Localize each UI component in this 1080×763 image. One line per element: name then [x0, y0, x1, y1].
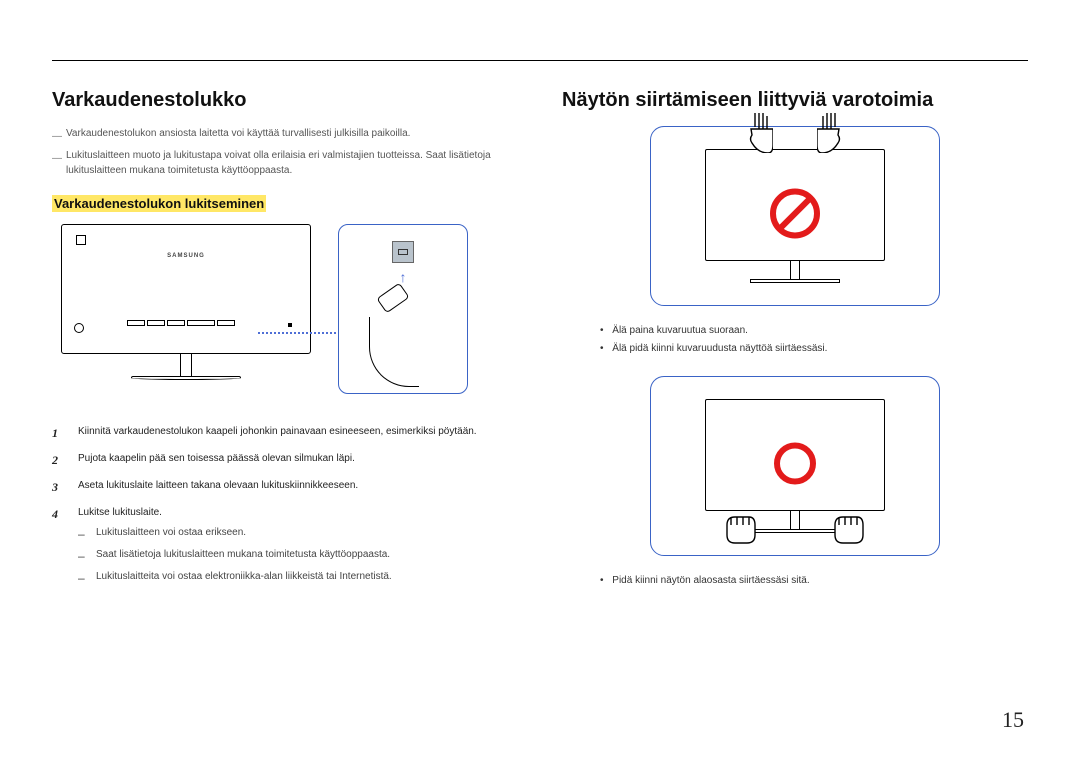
- dash-icon: [52, 126, 66, 142]
- step-text: Pujota kaapelin pää sen toisessa päässä …: [78, 451, 355, 470]
- left-heading: Varkaudenestolukko: [52, 89, 518, 112]
- bar-icon: [78, 547, 88, 565]
- bullet: Älä pidä kiinni kuvaruudusta näyttöä sii…: [600, 340, 1028, 358]
- step-number: 1: [52, 424, 66, 443]
- step-text: Kiinnitä varkaudenestolukon kaapeli joho…: [78, 424, 477, 443]
- bar-icon: [78, 525, 88, 543]
- bullet: Pidä kiinni näytön alaosasta siirtäessäs…: [600, 572, 1028, 590]
- right-column: Näytön siirtämiseen liittyviä varotoimia: [562, 89, 1028, 608]
- intro-note-2: Lukituslaitteen muoto ja lukitustapa voi…: [52, 148, 518, 179]
- top-rule: [52, 60, 1028, 61]
- step-3: 3 Aseta lukituslaite laitteen takana ole…: [52, 478, 518, 497]
- step-text-block: Lukitse lukituslaite. Lukituslaitteen vo…: [78, 505, 392, 591]
- do-bullets: Pidä kiinni näytön alaosasta siirtäessäs…: [600, 572, 1028, 590]
- dont-bullets: Älä paina kuvaruutua suoraan. Älä pidä k…: [600, 322, 1028, 358]
- hand-top-left-icon: [747, 113, 773, 153]
- dash-icon: [52, 148, 66, 179]
- step-1: 1 Kiinnitä varkaudenestolukon kaapeli jo…: [52, 424, 518, 443]
- up-arrow-icon: ↑: [400, 269, 407, 285]
- hand-top-right-icon: [817, 113, 843, 153]
- intro-note-1: Varkaudenestolukon ansiosta laitetta voi…: [52, 126, 518, 142]
- step-text: Lukitse lukituslaite.: [78, 507, 162, 518]
- page-number: 15: [1002, 707, 1024, 733]
- right-heading: Näytön siirtämiseen liittyviä varotoimia: [562, 89, 1028, 112]
- step-4-sublist: Lukituslaitteen voi ostaa erikseen. Saat…: [78, 525, 392, 587]
- stand-base: [131, 376, 241, 380]
- steps-list: 1 Kiinnitä varkaudenestolukon kaapeli jo…: [52, 424, 518, 592]
- monitor-rear-diagram: SAMSUNG: [52, 224, 320, 404]
- bar-icon: [78, 569, 88, 587]
- stand-neck: [180, 353, 192, 377]
- lock-closeup-diagram: ↑: [338, 224, 468, 394]
- step-text: Aseta lukituslaite laitteen takana oleva…: [78, 478, 358, 497]
- step-4: 4 Lukitse lukituslaite. Lukituslaitteen …: [52, 505, 518, 591]
- intro-text-2: Lukituslaitteen muoto ja lukitustapa voi…: [66, 148, 518, 179]
- intro-text-1: Varkaudenestolukon ansiosta laitetta voi…: [66, 126, 410, 142]
- sub-item: Lukituslaitteen voi ostaa erikseen.: [78, 525, 392, 543]
- sub-item: Lukituslaitteita voi ostaa elektroniikka…: [78, 569, 392, 587]
- step-number: 4: [52, 505, 66, 591]
- two-column-layout: Varkaudenestolukko Varkaudenestolukon an…: [52, 89, 1028, 608]
- bullet: Älä paina kuvaruutua suoraan.: [600, 322, 1028, 340]
- lock-slot-icon: [392, 241, 414, 263]
- caution-do-diagram: [650, 376, 940, 556]
- lock-device-icon: [379, 289, 407, 307]
- hand-bottom-right-icon: [833, 515, 865, 545]
- lock-diagram-row: SAMSUNG ↑: [52, 224, 518, 404]
- lock-point-icon: [288, 323, 292, 327]
- sub-item: Saat lisätietoja lukituslaitteen mukana …: [78, 547, 392, 565]
- prohibited-icon: [768, 187, 822, 246]
- hand-bottom-left-icon: [725, 515, 757, 545]
- left-subheading: Varkaudenestolukon lukitseminen: [52, 195, 266, 212]
- step-2: 2 Pujota kaapelin pää sen toisessa pääss…: [52, 451, 518, 470]
- step-number: 2: [52, 451, 66, 470]
- step-number: 3: [52, 478, 66, 497]
- joystick-icon: [74, 323, 84, 333]
- allowed-circle-icon: [771, 440, 819, 493]
- kensington-slot-icon: [76, 235, 86, 245]
- monitor-logo-text: SAMSUNG: [167, 253, 205, 259]
- monitor-ports: [126, 313, 246, 325]
- left-column: Varkaudenestolukko Varkaudenestolukon an…: [52, 89, 518, 608]
- caution-dont-diagram: [650, 126, 940, 306]
- monitor-body: SAMSUNG: [61, 224, 311, 354]
